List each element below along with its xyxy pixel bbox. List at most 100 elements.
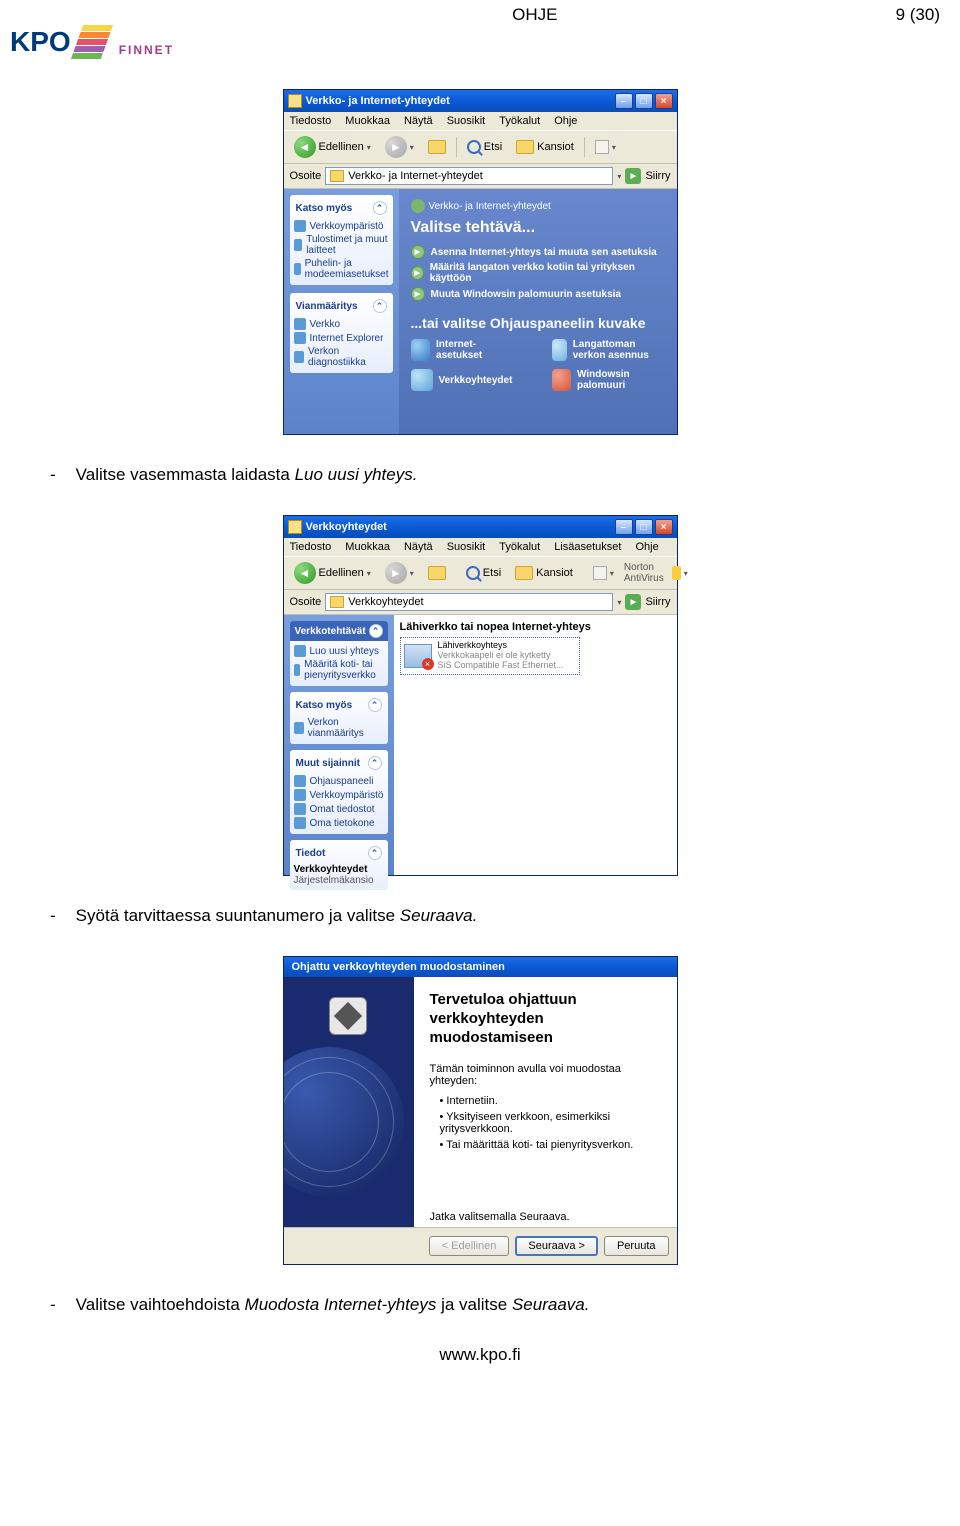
cp-item[interactable]: Langattoman verkon asennus — [552, 339, 664, 361]
folders-button[interactable]: Kansiot — [511, 564, 577, 582]
sidebar-item[interactable]: Määritä koti- tai pienyritysverkko — [294, 658, 384, 682]
menu-item[interactable]: Suosikit — [447, 115, 486, 127]
task-item[interactable]: ►Määritä langaton verkko kotiin tai yrit… — [411, 262, 665, 284]
wizard-icon — [294, 664, 301, 676]
window-icon — [288, 520, 302, 534]
minimize-button[interactable]: – — [615, 93, 633, 109]
search-button[interactable]: Etsi — [463, 138, 506, 156]
menu-item[interactable]: Tiedosto — [290, 541, 332, 553]
chevron-icon[interactable]: ⌃ — [373, 299, 387, 313]
wizard-heading: Tervetuloa ohjattuun verkkoyhteyden muod… — [430, 991, 661, 1047]
arrow-icon: ► — [411, 245, 425, 259]
close-button[interactable]: × — [655, 93, 673, 109]
sidebar-item[interactable]: Verkkoympäristö — [294, 788, 384, 802]
task-heading: Valitse tehtävä... — [411, 219, 665, 237]
window-icon — [288, 94, 302, 108]
logo-stripes-icon — [71, 25, 113, 59]
menu-item[interactable]: Suosikit — [447, 541, 486, 553]
chevron-icon[interactable]: ⌃ — [373, 201, 387, 215]
screenshot-wizard: Ohjattu verkkoyhteyden muodostaminen Ter… — [283, 956, 678, 1265]
address-input[interactable]: Verkkoyhteydet — [325, 593, 613, 611]
menu-bar: Tiedosto Muokkaa Näytä Suosikit Työkalut… — [284, 538, 677, 556]
folder-icon — [515, 566, 533, 580]
connection-item[interactable]: × Lähiverkkoyhteys Verkkokaapeli ei ole … — [400, 637, 580, 675]
back-button[interactable]: ◄Edellinen▾ — [290, 134, 375, 160]
folder-icon — [294, 817, 306, 829]
sidebar-item[interactable]: Ohjauspaneeli — [294, 774, 384, 788]
sidebar-troubleshoot: Vianmääritys⌃ Verkko Internet Explorer V… — [290, 293, 393, 373]
task-item[interactable]: ►Asenna Internet-yhteys tai muuta sen as… — [411, 245, 665, 259]
go-button[interactable]: ► — [625, 168, 641, 184]
window-titlebar: Verkko- ja Internet-yhteydet – □ × — [284, 90, 677, 112]
window-titlebar: Verkkoyhteydet – □ × — [284, 516, 677, 538]
sidebar-item[interactable]: Puhelin- ja modeemiasetukset — [294, 257, 389, 281]
instruction-line: - Valitse vaihtoehdoista Muodosta Intern… — [50, 1295, 940, 1315]
search-icon — [467, 140, 481, 154]
menu-item[interactable]: Tiedosto — [290, 115, 332, 127]
menu-item[interactable]: Työkalut — [499, 115, 540, 127]
menu-bar: Tiedosto Muokkaa Näytä Suosikit Työkalut… — [284, 112, 677, 130]
cp-item[interactable]: Verkkoyhteydet — [411, 369, 513, 391]
menu-item[interactable]: Näytä — [404, 541, 433, 553]
wizard-titlebar: Ohjattu verkkoyhteyden muodostaminen — [284, 957, 677, 977]
minimize-button[interactable]: – — [615, 519, 633, 535]
cancel-button[interactable]: Peruuta — [604, 1236, 669, 1256]
back-button[interactable]: ◄Edellinen▾ — [290, 560, 375, 586]
up-button[interactable] — [424, 564, 450, 582]
chevron-icon[interactable]: ⌃ — [369, 624, 383, 638]
cp-heading: ...tai valitse Ohjauspaneelin kuvake — [411, 315, 665, 331]
forward-button[interactable]: ►▾ — [381, 134, 418, 160]
menu-item[interactable]: Työkalut — [499, 541, 540, 553]
sidebar-item[interactable]: Verkko — [294, 317, 389, 331]
sidebar-item[interactable]: Verkon diagnostiikka — [294, 345, 389, 369]
menu-item[interactable]: Muokkaa — [345, 115, 390, 127]
menu-item[interactable]: Ohje — [554, 115, 577, 127]
views-button[interactable]: ▾ — [589, 564, 618, 582]
wizard-intro: Tämän toiminnon avulla voi muodostaa yht… — [430, 1063, 661, 1087]
sidebar-item-new-connection[interactable]: Luo uusi yhteys — [294, 644, 384, 658]
folder-up-icon — [428, 140, 446, 154]
menu-item[interactable]: Ohje — [635, 541, 658, 553]
cp-item[interactable]: Internet-asetukset — [411, 339, 513, 361]
menu-item[interactable]: Näytä — [404, 115, 433, 127]
search-button[interactable]: Etsi — [462, 564, 505, 582]
up-button[interactable] — [424, 138, 450, 156]
sidebar-item[interactable]: Tulostimet ja muut laitteet — [294, 233, 389, 257]
wizard-bullet: Internetiin. — [440, 1095, 661, 1107]
go-button[interactable]: ► — [625, 594, 641, 610]
forward-button[interactable]: ►▾ — [381, 560, 418, 586]
sidebar-net-tasks: Verkkotehtävät⌃ Luo uusi yhteys Määritä … — [290, 621, 388, 686]
sidebar-item[interactable]: Omat tiedostot — [294, 802, 384, 816]
sidebar-see-also: Katso myös⌃ Verkon vianmääritys — [290, 692, 388, 744]
menu-item[interactable]: Muokkaa — [345, 541, 390, 553]
help-icon — [294, 351, 305, 363]
sidebar-item[interactable]: Verkon vianmääritys — [294, 716, 384, 740]
menu-item[interactable]: Lisäasetukset — [554, 541, 621, 553]
cp-item[interactable]: Windowsin palomuuri — [552, 369, 664, 391]
sidebar-item[interactable]: Internet Explorer — [294, 331, 389, 345]
next-button[interactable]: Seuraava > — [515, 1236, 598, 1256]
chevron-icon[interactable]: ⌃ — [368, 846, 382, 860]
maximize-button[interactable]: □ — [635, 93, 653, 109]
folders-button[interactable]: Kansiot — [512, 138, 578, 156]
plug-icon — [329, 997, 367, 1035]
maximize-button[interactable]: □ — [635, 519, 653, 535]
chevron-icon[interactable]: ⌃ — [368, 698, 382, 712]
link-icon — [294, 263, 301, 275]
chevron-icon[interactable]: ⌃ — [368, 756, 382, 770]
page-number: 9 (30) — [896, 5, 940, 25]
sidebar-item[interactable]: Verkkoympäristö — [294, 219, 389, 233]
back-button: < Edellinen — [429, 1236, 510, 1256]
task-item[interactable]: ►Muuta Windowsin palomuurin asetuksia — [411, 287, 665, 301]
disconnected-icon: × — [422, 658, 434, 670]
address-input[interactable]: Verkko- ja Internet-yhteydet — [325, 167, 613, 185]
screenshot-network-connections: Verkkoyhteydet – □ × Tiedosto Muokkaa Nä… — [283, 515, 678, 876]
globe-icon — [284, 1047, 404, 1197]
wizard-sidebar-image — [284, 977, 414, 1227]
views-button[interactable]: ▾ — [591, 138, 620, 156]
help-icon — [294, 318, 306, 330]
close-button[interactable]: × — [655, 519, 673, 535]
folder-icon — [516, 140, 534, 154]
folder-icon — [330, 170, 344, 182]
sidebar-item[interactable]: Oma tietokone — [294, 816, 384, 830]
